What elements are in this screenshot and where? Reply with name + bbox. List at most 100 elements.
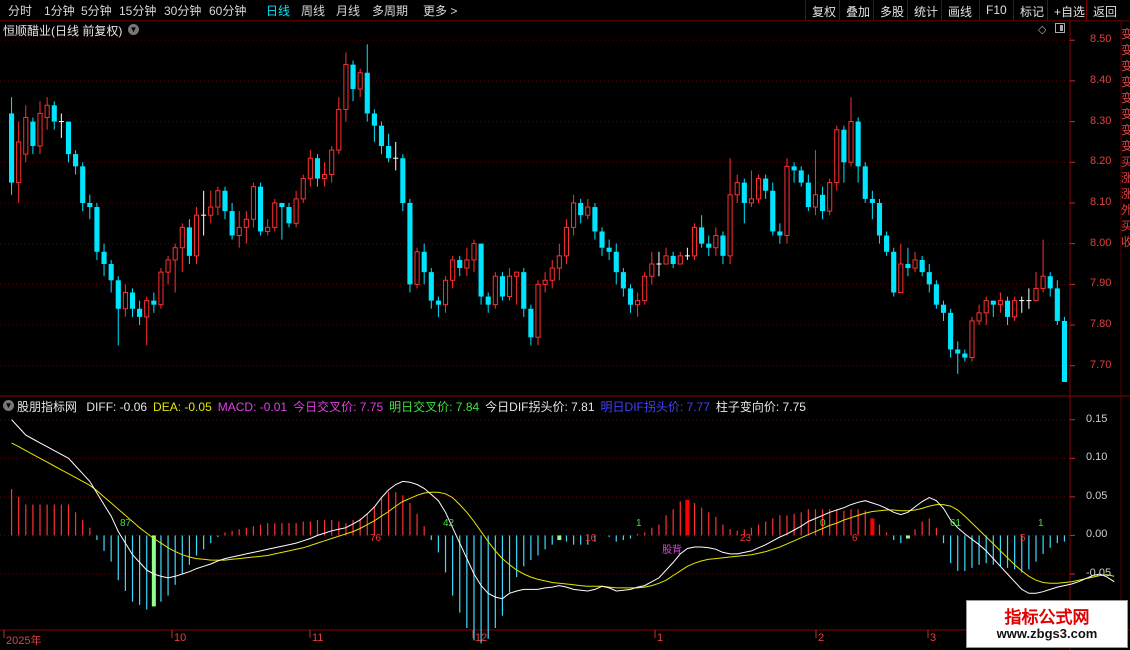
macd-bar-46: [338, 521, 340, 536]
macd-bar-143: [1028, 535, 1030, 570]
candle-body-5: [44, 104, 50, 119]
macd-bar-78: [565, 535, 568, 542]
macd-bar-26: [195, 535, 198, 556]
candle-body-113: [812, 194, 819, 208]
candle-body-99: [713, 235, 719, 249]
macd-bar-38: [281, 523, 283, 536]
indicator-value-4: 明日交叉价: 7.84: [389, 400, 480, 414]
candlestick-series: [8, 44, 1068, 382]
candle-body-115: [827, 182, 833, 212]
candle-body-24: [179, 226, 185, 249]
indicator-value-5: 今日DIF拐头价: 7.81: [485, 400, 595, 414]
macd-bar-88: [636, 533, 639, 536]
macd-bar-22: [167, 535, 169, 596]
macd-bar-100: [722, 524, 724, 536]
macd-bar-29: [217, 535, 219, 537]
macd-bar-34: [252, 526, 255, 536]
macd-bar-101: [729, 529, 731, 536]
indicator-name: 股朋指标网: [17, 400, 78, 414]
candle-body-43: [314, 158, 321, 179]
candle-body-40: [293, 198, 299, 224]
price-tick-label-4: 8.10: [1090, 195, 1112, 208]
candle-body-90: [649, 263, 655, 277]
macd-bar-17: [131, 535, 134, 602]
candle-body-2: [23, 117, 29, 155]
candle-body-137: [983, 300, 989, 314]
macd-bar-102: [736, 530, 738, 536]
candle-body-93: [670, 255, 676, 264]
macd-bar-18: [139, 535, 141, 605]
candle-body-79: [571, 202, 577, 228]
candle-body-73: [528, 308, 534, 338]
date-label-2: 11: [312, 632, 324, 644]
macd-bar-45: [331, 520, 333, 536]
macd-bar-62: [452, 535, 454, 596]
indicator-value-2: MACD: -0.01: [217, 400, 288, 414]
macd-bar-109: [786, 515, 788, 536]
macd-bar-123: [885, 532, 888, 536]
macd-bar-127: [914, 529, 916, 536]
macd-bar-106: [765, 521, 767, 536]
indicator-value-6: 明日DIF拐头价: 7.77: [600, 400, 710, 414]
macd-bar-32: [238, 529, 240, 536]
macd-bar-19: [146, 535, 148, 610]
candle-body-127: [912, 259, 918, 269]
grid-lines: [0, 20, 1130, 650]
candle-body-13: [101, 251, 107, 264]
candle-body-84: [606, 247, 612, 252]
indicator-value-3: 今日交叉价: 7.75: [293, 400, 384, 414]
candle-body-92: [663, 255, 669, 265]
macd-bar-89: [644, 532, 646, 536]
macd-bar-13: [103, 535, 105, 551]
macd-bar-3: [32, 504, 34, 536]
candle-body-65: [471, 243, 477, 261]
candle-body-11: [87, 202, 93, 208]
candle-body-141: [1012, 300, 1018, 318]
macd-bar-40: [295, 523, 297, 536]
price-tick-label-6: 7.90: [1090, 277, 1112, 290]
candle-body-124: [891, 251, 897, 293]
candle-body-57: [414, 251, 420, 285]
candle-body-76: [549, 267, 555, 281]
macd-bar-110: [793, 513, 795, 536]
candle-body-31: [229, 211, 235, 236]
candle-body-62: [450, 259, 456, 281]
candle-body-49: [357, 72, 363, 90]
macd-bar-95: [685, 499, 690, 536]
candle-body-123: [884, 235, 890, 252]
macd-annotation-10: 5: [1020, 533, 1026, 544]
indicator-menu-icon[interactable]: ▼: [3, 400, 14, 411]
candle-body-51: [371, 113, 377, 126]
macd-bar-129: [928, 518, 930, 536]
candle-body-78: [563, 226, 570, 257]
candle-body-126: [905, 264, 911, 269]
candle-body-25: [186, 227, 192, 256]
chart-canvas[interactable]: [0, 0, 1130, 650]
macd-bar-49: [359, 518, 361, 536]
date-label-4: 1: [657, 632, 664, 644]
macd-bar-124: [893, 535, 895, 541]
macd-tick-label-4: -0.05: [1086, 567, 1112, 579]
macd-bar-116: [836, 509, 838, 536]
candle-body-77: [556, 255, 562, 269]
candle-body-26: [193, 214, 200, 257]
candle-body-28: [208, 206, 214, 216]
candle-body-71: [514, 271, 520, 277]
macd-bar-91: [658, 524, 660, 536]
macd-tick-label-1: 0.10: [1086, 451, 1108, 464]
candle-body-22: [165, 259, 171, 273]
candle-body-89: [642, 275, 648, 302]
candle-body-109: [784, 165, 790, 237]
stock-chart-window: 分时 1分钟 5分钟 15分钟 30分钟 60分钟 日线 周线 月线 多周期 更多 > 复权 叠加 多股统…: [0, 0, 1130, 650]
candle-body-118: [848, 121, 854, 163]
macd-bar-92: [665, 515, 667, 536]
candle-body-9: [73, 154, 79, 167]
macd-annotation-4: 1: [636, 518, 642, 529]
macd-bar-135: [971, 535, 973, 568]
watermark-box: 指标公式网 www.zbgs3.com: [966, 600, 1128, 648]
candle-body-4: [37, 112, 43, 147]
candle-body-16: [122, 291, 128, 310]
candle-body-110: [791, 166, 797, 171]
candle-body-47: [343, 64, 349, 110]
macd-bar-120: [864, 510, 866, 536]
